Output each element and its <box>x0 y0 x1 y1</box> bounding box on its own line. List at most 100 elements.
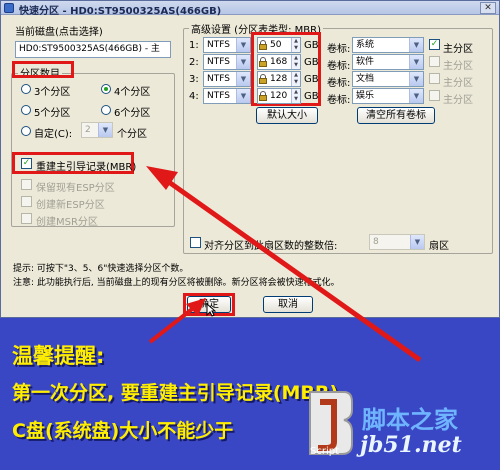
cancel-button[interactable]: 取消 <box>263 296 313 313</box>
filesystem-value: NTFS <box>207 40 230 50</box>
spin-arrows-icon[interactable]: ▲ ▼ <box>291 55 300 69</box>
spin-arrows-icon[interactable]: ▲ ▼ <box>291 89 300 103</box>
clear-labels-button[interactable]: 清空所有卷标 <box>357 107 435 124</box>
title-bar[interactable]: 快速分区 - HD0:ST9500325AS(466GB) ✕ <box>1 1 499 17</box>
spin-arrows-icon[interactable]: ▲ ▼ <box>291 38 300 52</box>
hint-text: 提示: 可按下"3、5、6"快速选择分区个数。 <box>13 264 189 274</box>
chevron-down-icon: ▼ <box>410 235 424 249</box>
rebuild-mbr-label: 重建主引导记录(MBR) <box>36 162 137 173</box>
size-unit: GB <box>304 57 319 68</box>
filesystem-value: NTFS <box>207 74 230 84</box>
align-sectors-label: 对齐分区到此扇区数的整数倍: <box>204 241 338 252</box>
primary-partition-label: 主分区 <box>443 78 473 89</box>
watermark-script: Script <box>310 446 340 457</box>
lock-icon[interactable] <box>259 57 267 67</box>
partition-size-input[interactable]: 168 ▲ ▼ <box>257 54 301 70</box>
radio-6-partitions[interactable] <box>101 105 111 115</box>
volume-label-value: 软件 <box>356 57 375 67</box>
volume-label-caption: 卷标: <box>327 78 351 89</box>
lock-icon[interactable] <box>259 74 267 84</box>
align-sectors-select[interactable]: 8 ▼ <box>369 234 425 250</box>
chevron-down-icon: ▼ <box>236 89 250 103</box>
radio-3-partitions[interactable] <box>21 84 31 94</box>
volume-label-caption: 卷标: <box>327 44 351 55</box>
volume-label-select[interactable]: 软件 ▼ <box>352 54 424 70</box>
custom-unit-label: 个分区 <box>117 129 147 140</box>
chevron-down-icon: ▼ <box>98 123 112 137</box>
primary-partition-checkbox[interactable] <box>429 73 440 84</box>
volume-label-value: 系统 <box>356 40 375 50</box>
radio-6-partitions-label: 6个分区 <box>114 108 151 119</box>
filesystem-value: NTFS <box>207 91 230 101</box>
create-esp-checkbox[interactable] <box>21 196 32 207</box>
chevron-down-icon: ▼ <box>236 55 250 69</box>
chevron-down-icon: ▼ <box>409 72 423 86</box>
volume-label-value: 文档 <box>356 74 375 84</box>
filesystem-select[interactable]: NTFS ▼ <box>203 88 251 104</box>
tip-line-2: C盘(系统盘)大小不能少于 <box>12 420 234 442</box>
primary-partition-checkbox[interactable] <box>429 56 440 67</box>
radio-5-partitions[interactable] <box>21 105 31 115</box>
tip-heading: 温馨提醒: <box>12 344 105 368</box>
custom-label: 自定(C): <box>34 129 73 140</box>
mouse-cursor-icon <box>206 303 216 317</box>
primary-partition-label: 主分区 <box>443 44 473 55</box>
primary-partition-checkbox[interactable]: ✓ <box>429 39 440 50</box>
size-unit: GB <box>304 40 319 51</box>
partition-index: 1: <box>189 40 199 51</box>
rebuild-mbr-checkbox[interactable]: ✓ <box>21 158 32 169</box>
partition-size-value: 168 <box>270 57 288 67</box>
quick-partition-dialog: 快速分区 - HD0:ST9500325AS(466GB) ✕ 当前磁盘(点击选… <box>0 0 500 318</box>
radio-custom[interactable] <box>21 126 31 136</box>
primary-partition-checkbox[interactable] <box>429 90 440 101</box>
partition-index: 4: <box>189 91 199 102</box>
chevron-down-icon: ▼ <box>236 72 250 86</box>
warning-text: 注意: 此功能执行后, 当前磁盘上的现有分区将被删除。新分区将会被快速格式化。 <box>13 278 340 288</box>
filesystem-select[interactable]: NTFS ▼ <box>203 71 251 87</box>
partition-size-input[interactable]: 50 ▲ ▼ <box>257 37 301 53</box>
watermark-domain: jb51.net <box>360 432 462 458</box>
partition-size-value: 50 <box>270 40 282 50</box>
watermark-brand: 脚本之家 <box>362 406 458 434</box>
custom-count-value: 2 <box>85 125 91 135</box>
current-disk-selector[interactable]: HD0:ST9500325AS(466GB) - 主 <box>15 41 171 58</box>
partition-index: 2: <box>189 57 199 68</box>
align-sectors-checkbox[interactable] <box>190 237 201 248</box>
volume-label-caption: 卷标: <box>327 61 351 72</box>
size-unit: GB <box>304 74 319 85</box>
radio-4-partitions[interactable] <box>101 84 111 94</box>
primary-partition-label: 主分区 <box>443 95 473 106</box>
volume-label-caption: 卷标: <box>327 95 351 106</box>
create-msr-checkbox[interactable] <box>21 213 32 224</box>
radio-4-partitions-label: 4个分区 <box>114 87 151 98</box>
filesystem-value: NTFS <box>207 57 230 67</box>
create-esp-label: 创建新ESP分区 <box>36 200 105 211</box>
filesystem-select[interactable]: NTFS ▼ <box>203 37 251 53</box>
window-title: 快速分区 - HD0:ST9500325AS(466GB) <box>19 6 222 17</box>
partition-size-input[interactable]: 120 ▲ ▼ <box>257 88 301 104</box>
volume-label-select[interactable]: 系统 ▼ <box>352 37 424 53</box>
align-sectors-value: 8 <box>373 237 379 247</box>
radio-5-partitions-label: 5个分区 <box>34 108 71 119</box>
keep-esp-checkbox[interactable] <box>21 179 32 190</box>
volume-label-select[interactable]: 娱乐 ▼ <box>352 88 424 104</box>
radio-3-partitions-label: 3个分区 <box>34 87 71 98</box>
partition-size-value: 120 <box>270 91 288 101</box>
close-icon[interactable]: ✕ <box>480 2 496 14</box>
default-size-button[interactable]: 默认大小 <box>256 107 318 124</box>
lock-icon[interactable] <box>259 40 267 50</box>
app-icon <box>4 3 14 13</box>
chevron-down-icon: ▼ <box>409 38 423 52</box>
partition-size-input[interactable]: 128 ▲ ▼ <box>257 71 301 87</box>
chevron-down-icon: ▼ <box>409 55 423 69</box>
spin-arrows-icon[interactable]: ▲ ▼ <box>291 72 300 86</box>
tip-line-1: 第一次分区, 要重建主引导记录(MBR), <box>12 382 346 404</box>
primary-partition-label: 主分区 <box>443 61 473 72</box>
custom-count-select[interactable]: 2 ▼ <box>81 122 113 138</box>
current-disk-label: 当前磁盘(点击选择) <box>15 27 103 38</box>
lock-icon[interactable] <box>259 91 267 101</box>
partition-size-value: 128 <box>270 74 288 84</box>
filesystem-select[interactable]: NTFS ▼ <box>203 54 251 70</box>
volume-label-select[interactable]: 文档 ▼ <box>352 71 424 87</box>
highlight-partition-count <box>12 61 74 78</box>
